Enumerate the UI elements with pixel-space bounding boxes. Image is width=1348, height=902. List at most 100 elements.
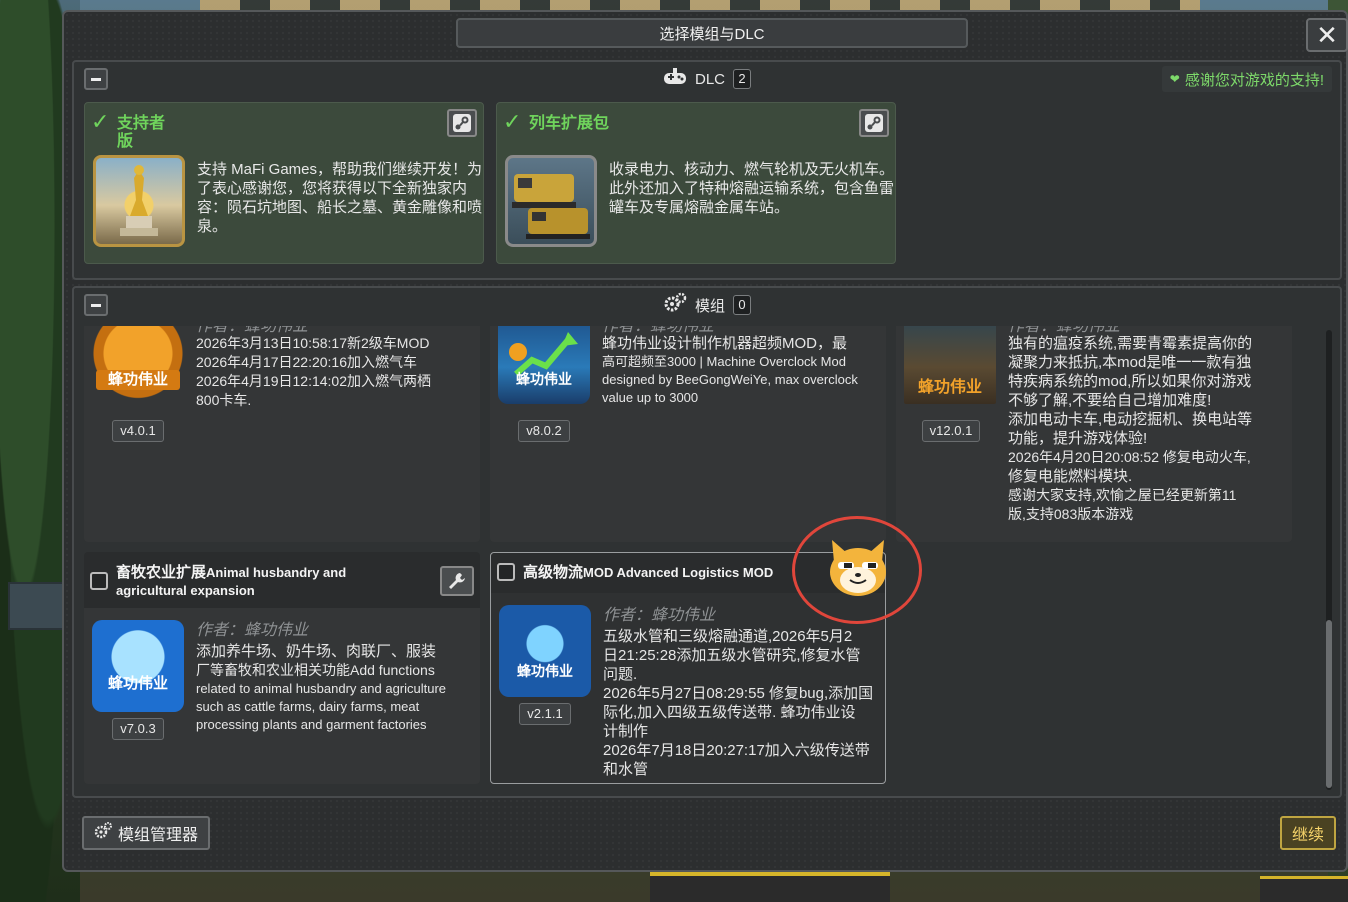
- mod-card-header: 畜牧农业扩展Animal husbandry and agricultural …: [84, 552, 480, 608]
- train-icon: [505, 155, 597, 247]
- plague-factory-icon: 蜂功伟业: [904, 326, 996, 404]
- heart-icon: ❤: [1169, 72, 1180, 86]
- mod-description-line: 高可超频至3000 | Machine Overclock Mod: [602, 354, 846, 369]
- steam-icon: [453, 114, 471, 132]
- gears-icon: [663, 292, 687, 318]
- mod-description: 添加养牛场、奶牛场、肉联厂、服装 厂等畜牧和农业相关功能Add function…: [196, 642, 478, 734]
- mods-section-header: 模组 0: [74, 288, 1340, 322]
- dlc-description: 支持 MaFi Games，帮助我们继续开发！为了表心感谢您，您将获得以下全新独…: [197, 161, 483, 235]
- dlc-name: 列车扩展包: [529, 115, 610, 132]
- mod-description-line: 添加养牛场、奶牛场、肉联厂、服装: [196, 643, 437, 660]
- mod-title: 畜牧农业扩展Animal husbandry and agricultural …: [116, 564, 436, 600]
- dlc-card-supporter[interactable]: ✓ 支持者版 支持 MaFi Games，帮助我们继续开发！为了表心感谢您，您将…: [84, 102, 484, 264]
- mod-description-line: 功能，提升游戏体验!: [1008, 430, 1148, 447]
- dlc-card-train[interactable]: ✓ 列车扩展包 收录电力、核动力、燃气轮机及无火机车。此外还加入了特种熔融运输系…: [496, 102, 896, 264]
- mod-description-line: such as cattle farms, dairy farms, meat: [196, 699, 420, 714]
- version-badge: v8.0.2: [518, 420, 570, 442]
- dlc-section: DLC 2 ❤ 感谢您对游戏的支持! ✓ 支持者版 支持 MaFi Games，…: [72, 60, 1342, 280]
- mod-description: 蜂功伟业设计制作机器超频MOD，最 高可超频至3000 | Machine Ov…: [602, 334, 884, 407]
- mod-description-line: processing plants and garment factories: [196, 717, 427, 732]
- mod-description-line: 800卡车.: [196, 392, 252, 408]
- mod-description: 独有的瘟疫系统,需要青霉素提高你的 凝聚力来抵抗,本mod是唯一一款有独 特疾病…: [1008, 334, 1290, 524]
- background-game-logo: [200, 0, 1200, 10]
- cow-logo-icon: 蜂功伟业: [92, 620, 184, 712]
- mod-description-line: 2026年3月13日10:58:17新2级车MOD: [196, 335, 430, 351]
- mod-author: 作者：蜂功伟业: [196, 616, 308, 640]
- collapse-mods-button[interactable]: [84, 294, 108, 316]
- mod-card[interactable]: 蜂功伟业 v12.0.1 作者：蜂功伟业 独有的瘟疫系统,需要青霉素提高你的 凝…: [896, 326, 1292, 542]
- mod-description-line: 2026年7月18日20:27:17加入六级传送带: [603, 742, 870, 759]
- dlc-name: 支持者版: [117, 115, 166, 150]
- mod-description-line: 独有的瘟疫系统,需要青霉素提高你的: [1008, 335, 1253, 352]
- author-label: 作者：: [603, 607, 652, 624]
- collapse-dlc-button[interactable]: [84, 68, 108, 90]
- mod-description-line: designed by BeeGongWeiYe, max overclock: [602, 372, 858, 387]
- steam-button[interactable]: [859, 109, 889, 137]
- mod-description-line: 添加电动卡车,电动挖掘机、换电站等: [1008, 411, 1253, 428]
- checkmark-icon: ✓: [91, 109, 110, 134]
- mod-description-line: 五级水管和三级熔融通道,2026年5月2: [603, 628, 853, 645]
- mod-card[interactable]: 蜂功伟业 v4.0.1 作者：蜂功伟业 2026年3月13日10:58:17新2…: [84, 326, 480, 542]
- mod-description-line: 2026年5月27日08:29:55 修复bug,添加国: [603, 685, 874, 702]
- mod-description-line: 2026年4月20日20:08:52 修复电动火车,: [1008, 449, 1251, 465]
- checkmark-icon: ✓: [503, 109, 522, 134]
- mod-enable-checkbox[interactable]: [497, 563, 515, 581]
- close-icon: ✕: [1316, 20, 1338, 50]
- support-thanks: ❤ 感谢您对游戏的支持!: [1161, 66, 1332, 92]
- logistics-logo-icon: 蜂功伟业: [499, 605, 591, 697]
- wrench-icon: [449, 573, 465, 589]
- mod-icon-label: 蜂功伟业: [917, 379, 982, 396]
- dlc-description: 收录电力、核动力、燃气轮机及无火机车。此外还加入了特种熔融运输系统，包含鱼雷罐车…: [609, 161, 895, 216]
- mod-settings-button[interactable]: [440, 566, 474, 596]
- continue-button[interactable]: 继续: [1279, 816, 1336, 850]
- mod-description-line: 修复电能燃料模块.: [1008, 468, 1133, 485]
- mod-description-line: related to animal husbandry and agricult…: [196, 681, 447, 696]
- version-badge: v12.0.1: [922, 420, 980, 442]
- gamepad-icon: [663, 67, 687, 91]
- support-thanks-text: 感谢您对游戏的支持!: [1184, 71, 1324, 89]
- close-button[interactable]: ✕: [1306, 18, 1348, 52]
- mod-enable-checkbox[interactable]: [90, 572, 108, 590]
- mod-icon-label: 蜂功伟业: [96, 370, 180, 390]
- mod-description-line: 日21:25:28添加五级水管研究,修复水管: [603, 647, 861, 664]
- mod-title-en: Animal husbandry and: [206, 565, 347, 580]
- mod-manager-button[interactable]: 模组管理器: [82, 816, 211, 850]
- cat-mascot-icon: [826, 536, 890, 598]
- steam-icon: [865, 114, 883, 132]
- machine-overclock-icon: 蜂功伟业: [498, 326, 590, 404]
- author-name: 蜂功伟业: [244, 622, 309, 639]
- version-badge: v4.0.1: [112, 420, 164, 442]
- steam-button[interactable]: [447, 109, 477, 137]
- mod-list-scrollbar[interactable]: [1326, 330, 1332, 790]
- mod-description-line: 特疾病系统的mod,所以如果你对游戏: [1008, 373, 1252, 390]
- mods-section-label: 模组: [694, 297, 725, 315]
- mod-description-line: 2026年4月17日22:20:16加入燃气车: [196, 354, 417, 370]
- mod-description-line: 2026年4月19日12:14:02加入燃气两栖: [196, 373, 431, 389]
- mod-description-line: 凝聚力来抵抗,本mod是唯一一款有独: [1008, 354, 1252, 371]
- background-truck: [8, 582, 66, 630]
- scrollbar-thumb[interactable]: [1326, 620, 1332, 788]
- author-label: 作者：: [196, 622, 245, 639]
- mod-description-line: 计制作: [603, 723, 649, 740]
- dlc-section-label: DLC: [694, 70, 725, 88]
- mod-author: 作者：蜂功伟业: [603, 601, 715, 625]
- mod-card[interactable]: 蜂功伟业 v8.0.2 作者：蜂功伟业 蜂功伟业设计制作机器超频MOD，最 高可…: [490, 326, 886, 542]
- mod-description-line: value up to 3000: [602, 390, 699, 405]
- mod-description-line: 厂等畜牧和农业相关功能Add functions: [196, 662, 435, 678]
- mod-description-line: 不够了解,不要给自己增加难度!: [1008, 392, 1212, 409]
- mod-description-line: 问题.: [603, 666, 638, 683]
- mod-icon-label: 蜂功伟业: [107, 675, 168, 692]
- background-truck: [1260, 876, 1348, 902]
- golden-statue-icon: [93, 155, 185, 247]
- mods-count-badge: 0: [733, 295, 751, 315]
- mod-title-en: MOD Advanced Logistics MOD: [583, 565, 774, 580]
- mod-description: 五级水管和三级熔融通道,2026年5月2 日21:25:28添加五级水管研究,修…: [603, 627, 885, 779]
- mod-card-animal-husbandry[interactable]: 畜牧农业扩展Animal husbandry and agricultural …: [84, 552, 480, 784]
- mod-list[interactable]: 蜂功伟业 v4.0.1 作者：蜂功伟业 2026年3月13日10:58:17新2…: [84, 326, 1306, 788]
- mod-icon-label: 蜂功伟业: [516, 371, 572, 387]
- mod-icon-label: 蜂功伟业: [517, 663, 573, 679]
- mod-description-line: 和水管: [603, 761, 649, 778]
- mod-title-zh: 高级物流: [523, 564, 584, 581]
- mod-description-line: 际化,加入四级五级传送带. 蜂功伟业设: [603, 704, 856, 721]
- mod-title-zh: 畜牧农业扩展: [116, 564, 207, 581]
